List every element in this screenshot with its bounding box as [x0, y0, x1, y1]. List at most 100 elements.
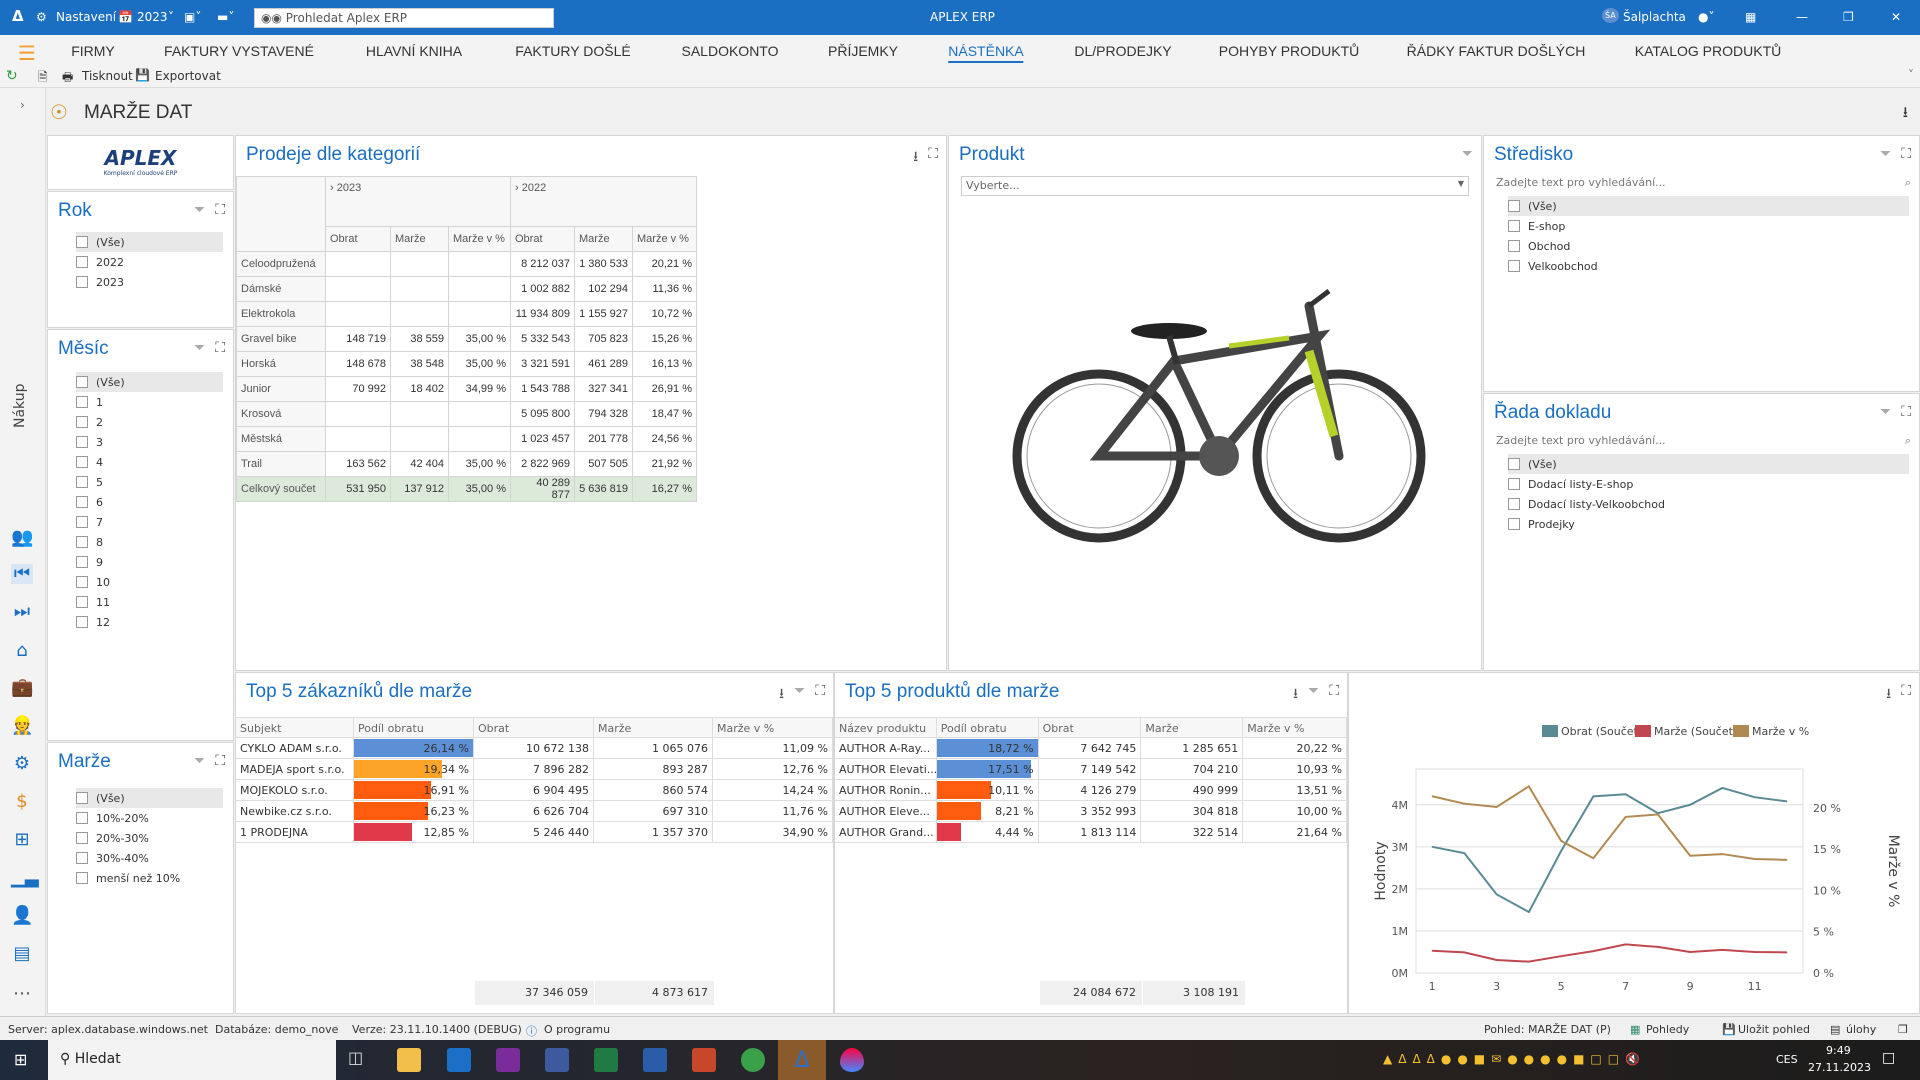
- col-header[interactable]: Marže: [574, 226, 633, 252]
- clear-filter-icon[interactable]: ⏷: [1880, 404, 1891, 420]
- settings-button[interactable]: Nastavení: [56, 10, 116, 24]
- checkbox[interactable]: [1508, 260, 1520, 272]
- menu-katalog-produktu[interactable]: KATALOG PRODUKTŮ: [1635, 43, 1782, 59]
- system-tray-icons[interactable]: ▲ΔΔΔ●●■✉●●●●■□□🔇: [1383, 1052, 1646, 1066]
- row-label[interactable]: Celkový součet: [236, 476, 326, 502]
- menu-saldokonto[interactable]: SALDOKONTO: [682, 43, 779, 59]
- print-button[interactable]: Tisknout: [82, 69, 133, 83]
- skip-back-icon[interactable]: ⏮: [11, 564, 33, 584]
- export-icon[interactable]: ⭳: [1293, 683, 1298, 707]
- checkbox[interactable]: [76, 436, 88, 448]
- users-icon[interactable]: 👥: [11, 528, 33, 548]
- checkbox[interactable]: [76, 576, 88, 588]
- filter-item[interactable]: 2: [76, 412, 223, 432]
- filter-item[interactable]: 10: [76, 572, 223, 592]
- col-header[interactable]: Marže v %: [448, 226, 511, 252]
- export-icon[interactable]: ⭳: [913, 146, 918, 170]
- drop-app-icon[interactable]: [840, 1048, 864, 1072]
- menu-hlavni-kniha[interactable]: HLAVNÍ KNIHA: [366, 43, 462, 59]
- checkbox[interactable]: [76, 236, 88, 248]
- notifications-icon[interactable]: □: [1882, 1050, 1895, 1066]
- table-row[interactable]: AUTHOR Elevati... 17,51 % 7 149 542 704 210…: [835, 759, 1347, 780]
- filter-item[interactable]: Prodejky: [1508, 514, 1909, 534]
- checkbox[interactable]: [76, 556, 88, 568]
- col-header[interactable]: Obrat: [325, 226, 391, 252]
- checkbox[interactable]: [1508, 498, 1520, 510]
- filter-item[interactable]: (Vše): [76, 232, 223, 252]
- worker-icon[interactable]: 👷: [11, 716, 33, 736]
- checkbox[interactable]: [76, 516, 88, 528]
- column-header[interactable]: Marže v %: [713, 718, 833, 738]
- aplex-taskbar-active[interactable]: Δ: [778, 1040, 826, 1080]
- filter-item[interactable]: 30%-40%: [76, 848, 223, 868]
- export-button[interactable]: Exportovat: [155, 69, 221, 83]
- company-switch-icon[interactable]: ▣˅: [184, 10, 201, 24]
- column-header[interactable]: Obrat: [474, 718, 594, 738]
- more-icon[interactable]: ⋯: [11, 984, 33, 1004]
- checkbox[interactable]: [1508, 200, 1520, 212]
- export-icon[interactable]: ⭳: [779, 683, 784, 707]
- file-explorer-icon[interactable]: [397, 1048, 421, 1072]
- restore-icon[interactable]: ❐: [1843, 10, 1854, 24]
- checkbox[interactable]: [1508, 478, 1520, 490]
- clock-date[interactable]: 27.11.2023: [1808, 1061, 1871, 1074]
- language-flag-icon[interactable]: ●˅: [1698, 10, 1714, 24]
- maximize-icon[interactable]: ⛶: [1901, 146, 1911, 162]
- tasks-button[interactable]: úlohy: [1846, 1023, 1876, 1036]
- filter-item[interactable]: 7: [76, 512, 223, 532]
- column-header[interactable]: Podíl obratu: [354, 718, 474, 738]
- col-header[interactable]: Marže v %: [632, 226, 697, 252]
- filter-item[interactable]: 9: [76, 552, 223, 572]
- briefcase-icon[interactable]: 💼: [11, 678, 33, 698]
- table-row[interactable]: Newbike.cz s.r.o. 16,23 % 6 626 704 697 310…: [236, 801, 833, 822]
- filter-item[interactable]: Dodací listy-Velkoobchod: [1508, 494, 1909, 514]
- views-dropdown[interactable]: Pohledy: [1646, 1023, 1689, 1036]
- checkbox[interactable]: [76, 792, 88, 804]
- column-header[interactable]: Marže: [1141, 718, 1244, 738]
- checkbox[interactable]: [1508, 220, 1520, 232]
- maximize-icon[interactable]: ⛶: [215, 753, 225, 769]
- table-row[interactable]: AUTHOR Grand... 4,44 % 1 813 114 322 514 21,…: [835, 822, 1347, 843]
- filter-item[interactable]: 5: [76, 472, 223, 492]
- clear-filter-icon[interactable]: ⏷: [194, 202, 205, 218]
- menu-faktury-vystavene[interactable]: FAKTURY VYSTAVENÉ: [164, 43, 314, 59]
- row-label[interactable]: Elektrokola: [236, 301, 326, 327]
- checkbox[interactable]: [76, 812, 88, 824]
- filter-item[interactable]: 1: [76, 392, 223, 412]
- checkbox[interactable]: [76, 496, 88, 508]
- input-language[interactable]: CES: [1776, 1053, 1798, 1066]
- word-icon[interactable]: [643, 1048, 667, 1072]
- skip-forward-icon[interactable]: ⏭: [11, 602, 33, 622]
- export-icon[interactable]: ⭳: [1903, 102, 1908, 127]
- checkbox[interactable]: [1508, 458, 1520, 470]
- maximize-icon[interactable]: ⛶: [815, 683, 825, 707]
- search-input[interactable]: ◉◉ Prohledat Aplex ERP: [254, 8, 554, 28]
- task-view-icon[interactable]: ◫: [348, 1048, 372, 1072]
- row-label[interactable]: Dámské: [236, 276, 326, 302]
- row-label[interactable]: Městská: [236, 426, 326, 452]
- map-icon[interactable]: ▤: [11, 944, 33, 964]
- checkbox[interactable]: [76, 376, 88, 388]
- filter-item[interactable]: 12: [76, 612, 223, 632]
- year-header-2023[interactable]: › 2023: [325, 176, 511, 227]
- clear-filter-icon[interactable]: ⏷: [194, 753, 205, 769]
- save-app-icon[interactable]: [545, 1048, 569, 1072]
- checkbox[interactable]: [76, 872, 88, 884]
- filter-item[interactable]: (Vše): [1508, 454, 1909, 474]
- column-header[interactable]: Název produktu: [835, 718, 937, 738]
- maximize-icon[interactable]: ⛶: [928, 146, 938, 170]
- avatar[interactable]: ŠA: [1602, 8, 1619, 23]
- row-label[interactable]: Celoodpružená: [236, 251, 326, 277]
- menu-dl-prodejky[interactable]: DL/PRODEJKY: [1074, 43, 1171, 59]
- year-dropdown[interactable]: 2023: [137, 10, 168, 24]
- checkbox[interactable]: [1508, 240, 1520, 252]
- clock-time[interactable]: 9:49: [1826, 1044, 1851, 1057]
- chevron-down-icon[interactable]: ˅: [168, 10, 174, 24]
- filter-item[interactable]: 4: [76, 452, 223, 472]
- menu-prijemky[interactable]: PŘÍJEMKY: [828, 43, 898, 59]
- filter-item[interactable]: 6: [76, 492, 223, 512]
- clear-filter-icon[interactable]: ⏷: [794, 683, 805, 707]
- user-menu[interactable]: Šalplachta: [1623, 10, 1686, 24]
- row-label[interactable]: Junior: [236, 376, 326, 402]
- checkbox[interactable]: [76, 416, 88, 428]
